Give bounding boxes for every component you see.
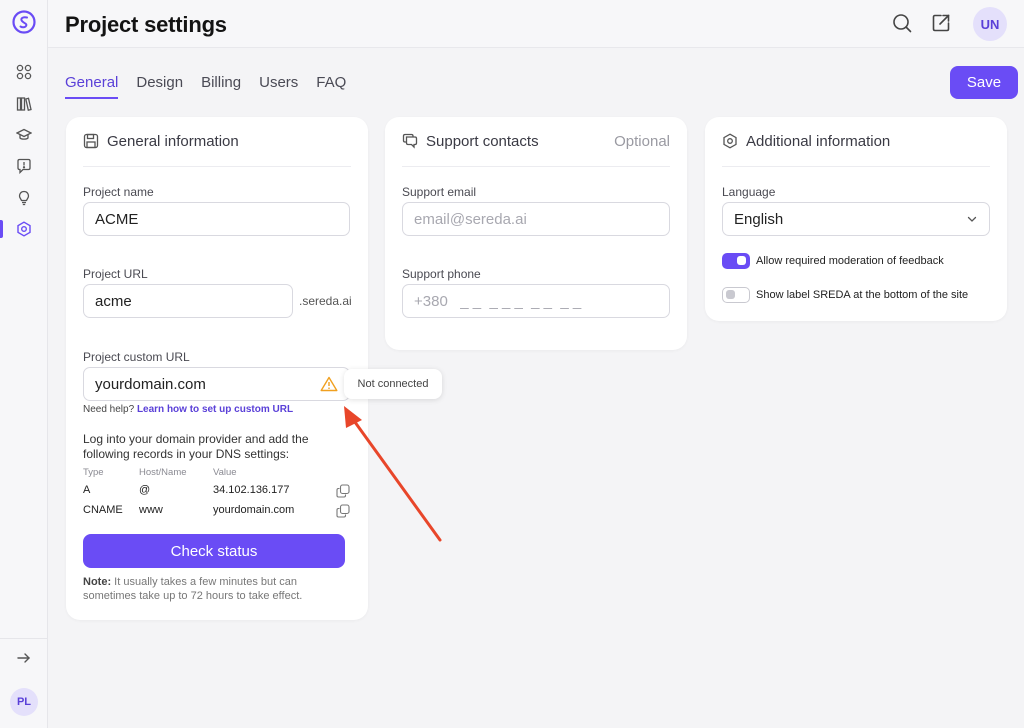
note-text: Note: It usually takes a few minutes but… <box>83 575 343 603</box>
moderation-toggle[interactable] <box>722 253 750 269</box>
moderation-toggle-row: Allow required moderation of feedback <box>722 253 944 269</box>
language-label: Language <box>722 185 776 199</box>
tab-faq[interactable]: FAQ <box>316 74 346 99</box>
url-suffix: .sereda.ai <box>299 294 352 308</box>
external-link-icon[interactable] <box>930 12 952 34</box>
language-value: English <box>734 210 784 228</box>
help-link[interactable]: Learn how to set up custom URL <box>137 404 293 415</box>
support-email-label: Support email <box>402 185 477 199</box>
save-button[interactable]: Save <box>950 66 1018 99</box>
arrow-right-icon[interactable] <box>14 648 34 668</box>
card-header: Support contacts Optional <box>402 133 670 167</box>
note-label: Note: <box>83 576 112 588</box>
card-title: General information <box>107 133 239 150</box>
card-title: Support contacts <box>426 133 539 150</box>
help-prefix: Need help? <box>83 404 135 415</box>
additional-info-card: Additional information Language English … <box>705 117 1007 321</box>
save-disk-icon <box>83 133 99 149</box>
dns-row-value: 34.102.136.177 <box>213 484 290 496</box>
support-email-input[interactable]: email@sereda.ai <box>402 202 670 236</box>
moderation-toggle-label: Allow required moderation of feedback <box>756 255 944 267</box>
user-avatar-small[interactable]: PL <box>10 688 38 716</box>
settings-hexagon-icon <box>723 133 737 149</box>
settings-tabs: General Design Billing Users FAQ <box>65 74 346 99</box>
project-name-label: Project name <box>83 185 154 199</box>
note-body: It usually takes a few minutes but can s… <box>83 576 303 602</box>
dns-row-type: CNAME <box>83 504 123 516</box>
support-contacts-card: Support contacts Optional Support email … <box>385 117 687 350</box>
project-name-input[interactable]: ACME <box>83 202 350 236</box>
dns-row-host: @ <box>139 484 151 496</box>
help-text: Need help? Learn how to set up custom UR… <box>83 404 293 415</box>
graduation-cap-icon[interactable] <box>14 125 34 145</box>
page-title: Project settings <box>65 12 227 37</box>
card-header: General information <box>83 133 351 167</box>
support-phone-input[interactable]: +380 _ _ _ _ _ _ _ _ _ <box>402 284 670 318</box>
sidebar: PL <box>0 0 48 728</box>
settings-hexagon-icon[interactable] <box>14 219 34 239</box>
card-title: Additional information <box>746 133 891 150</box>
user-avatar[interactable]: UN <box>973 7 1007 41</box>
sereda-logo-icon[interactable] <box>12 10 36 34</box>
feedback-icon[interactable] <box>14 156 34 176</box>
custom-url-input[interactable]: yourdomain.com <box>83 367 350 401</box>
sreda-label-toggle-label: Show label SREDA at the bottom of the si… <box>756 289 969 301</box>
sidebar-divider <box>0 638 48 639</box>
optional-label: Optional <box>614 133 670 150</box>
top-bar: Project settings UN <box>48 0 1024 48</box>
dns-row-host: www <box>139 504 163 516</box>
project-url-input[interactable]: acme <box>83 284 293 318</box>
general-info-card: General information Project name ACME Pr… <box>66 117 368 620</box>
dns-header-type: Type <box>83 467 104 478</box>
annotation-arrow-icon <box>344 406 442 542</box>
project-url-label: Project URL <box>83 267 148 281</box>
check-status-button[interactable]: Check status <box>83 534 345 568</box>
chevron-down-icon <box>967 216 977 222</box>
custom-url-label: Project custom URL <box>83 350 190 364</box>
warning-icon[interactable] <box>320 376 338 392</box>
sreda-label-toggle-row: Show label SREDA at the bottom of the si… <box>722 287 968 303</box>
chat-icon <box>402 133 418 149</box>
not-connected-tooltip: Not connected <box>344 369 442 399</box>
dns-header-value: Value <box>213 467 237 478</box>
library-icon[interactable] <box>14 94 34 114</box>
lightbulb-icon[interactable] <box>14 188 34 208</box>
card-header: Additional information <box>722 133 990 167</box>
tab-general[interactable]: General <box>65 74 119 99</box>
dns-row-type: A <box>83 484 91 496</box>
tab-billing[interactable]: Billing <box>201 74 241 99</box>
tab-users[interactable]: Users <box>259 74 298 99</box>
tab-design[interactable]: Design <box>136 74 183 99</box>
dns-instructions: Log into your domain provider and add th… <box>83 432 309 461</box>
active-indicator <box>0 220 3 238</box>
language-select[interactable]: English <box>722 202 990 236</box>
search-icon[interactable] <box>891 12 913 34</box>
sreda-label-toggle[interactable] <box>722 287 750 303</box>
grid-icon[interactable] <box>14 62 34 82</box>
dns-header-host: Host/Name <box>139 467 187 478</box>
custom-url-value: yourdomain.com <box>95 375 206 393</box>
support-phone-label: Support phone <box>402 267 481 281</box>
dns-row-value: yourdomain.com <box>213 504 295 516</box>
